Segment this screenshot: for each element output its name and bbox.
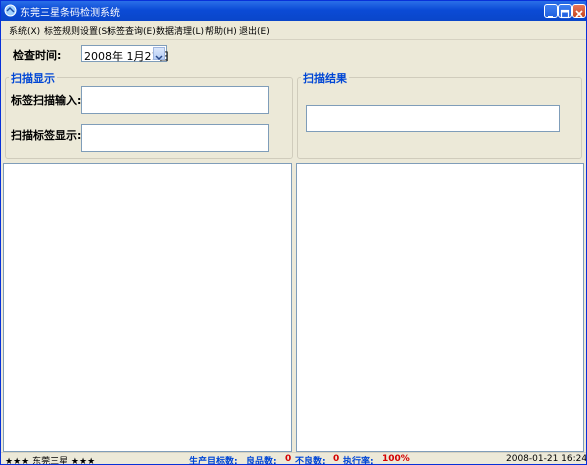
maximize-icon [560,9,570,19]
maximize-button[interactable] [558,4,572,19]
scan-result-field[interactable] [306,105,560,132]
date-dropdown-button[interactable] [153,47,165,61]
menu-bar: 系统(X) 标签规则设置(S) 标签查询(E) 数据清理(L) 帮助(H) 退出… [1,21,586,40]
right-list-panel[interactable] [296,163,584,452]
status-company: ★★★ 东莞三星 ★★★ [5,457,96,465]
menu-label-query[interactable]: 标签查询(E) [107,24,156,37]
menu-label-rules[interactable]: 标签规则设置(S) [44,24,111,37]
scan-result-title: 扫描结果 [301,70,349,86]
status-rate-label: 执行率: [343,457,374,465]
title-bar[interactable]: 东莞三星条码检测系统 [1,1,586,21]
scan-input-label: 标签扫描输入: [11,94,82,107]
main-window: 东莞三星条码检测系统 系统(X) 标签规则设置(S) 标签查询(E) 数据清理(… [0,0,587,465]
status-bad-label: 不良数: [295,457,326,465]
minimize-button[interactable] [544,4,558,18]
check-time-label: 检查时间: [13,49,62,62]
chevron-down-icon [155,55,163,61]
menu-system[interactable]: 系统(X) [9,24,40,37]
status-good-label: 良品数: [246,457,277,465]
status-target-label: 生产目标数: [189,457,238,465]
status-bad-value: 0 [333,454,340,464]
app-icon [4,4,17,17]
menu-data-cleanup[interactable]: 数据清理(L) [156,24,204,37]
status-datetime: 2008-01-21 16:24:53 : [506,454,587,464]
close-icon [575,10,583,18]
menu-exit[interactable]: 退出(E) [239,24,270,37]
scan-display-field[interactable] [81,124,269,152]
scan-display-label: 扫描标签显示: [11,129,82,142]
status-rate-value: 100% [382,454,410,464]
status-good-value: 0 [285,454,292,464]
close-button[interactable] [572,4,586,18]
scan-input-field[interactable] [81,86,269,114]
minimize-icon [548,16,553,18]
menu-help[interactable]: 帮助(H) [205,24,237,37]
date-picker[interactable]: 2008年 1月21日 [81,45,170,63]
scan-display-title: 扫描显示 [9,70,57,86]
left-list-panel[interactable] [3,163,292,452]
window-title: 东莞三星条码检测系统 [20,8,120,19]
status-bar: ★★★ 东莞三星 ★★★ 生产目标数: 良品数: 0 不良数: 0 执行率: 1… [1,452,587,465]
